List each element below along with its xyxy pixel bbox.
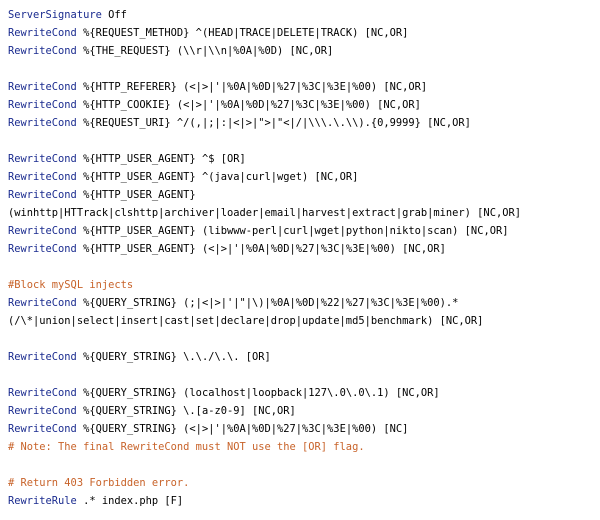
directive-keyword: ServerSignature <box>8 9 102 21</box>
directive-arguments: %{QUERY_STRING} (;|<|>|'|"|\)|%0A|%0D|%2… <box>76 297 459 309</box>
directive-arguments: %{HTTP_COOKIE} (<|>|'|%0A|%0D|%27|%3C|%3… <box>76 99 421 111</box>
directive-line: RewriteCond %{THE_REQUEST} (\\r|\\n|%0A|… <box>8 42 600 60</box>
directive-arguments: Off <box>101 9 127 21</box>
directive-keyword: RewriteCond <box>8 189 77 201</box>
directive-keyword: RewriteCond <box>8 153 77 165</box>
continuation-text: (winhttp|HTTrack|clshttp|archiver|loader… <box>8 207 521 219</box>
directive-line: RewriteCond %{QUERY_STRING} \.[a-z0-9] [… <box>8 402 600 420</box>
comment-line: #Block mySQL injects <box>8 276 600 294</box>
directive-arguments: %{QUERY_STRING} \.\./\.\. [OR] <box>76 351 271 363</box>
continuation-line: (winhttp|HTTrack|clshttp|archiver|loader… <box>8 204 600 222</box>
directive-arguments: %{HTTP_USER_AGENT} ^$ [OR] <box>76 153 246 165</box>
directive-keyword: RewriteCond <box>8 405 77 417</box>
directive-line: RewriteCond %{REQUEST_URI} ^/(,|;|:|<|>|… <box>8 114 600 132</box>
code-viewer: ServerSignature Off RewriteCond %{REQUEST… <box>0 0 600 520</box>
directive-keyword: RewriteRule <box>8 495 77 507</box>
comment-text: # Return 403 Forbidden error. <box>8 477 190 489</box>
directive-keyword: RewriteCond <box>8 351 77 363</box>
directive-arguments: %{HTTP_USER_AGENT} (libwww-perl|curl|wge… <box>76 225 509 237</box>
directive-keyword: RewriteCond <box>8 117 77 129</box>
comment-line: # Return 403 Forbidden error. <box>8 474 600 492</box>
directive-keyword: RewriteCond <box>8 171 77 183</box>
directive-arguments: %{HTTP_USER_AGENT} <box>76 189 196 201</box>
directive-keyword: RewriteCond <box>8 423 77 435</box>
directive-line: RewriteCond %{HTTP_REFERER} (<|>|'|%0A|%… <box>8 78 600 96</box>
directive-line: RewriteCond %{HTTP_USER_AGENT} ^(java|cu… <box>8 168 600 186</box>
comment-text: #Block mySQL injects <box>8 279 134 291</box>
directive-line: RewriteCond %{HTTP_USER_AGENT} <box>8 186 600 204</box>
directive-keyword: RewriteCond <box>8 81 77 93</box>
directive-keyword: RewriteCond <box>8 243 77 255</box>
directive-keyword: RewriteCond <box>8 387 77 399</box>
directive-arguments: %{HTTP_USER_AGENT} ^(java|curl|wget) [NC… <box>76 171 359 183</box>
directive-arguments: %{QUERY_STRING} (localhost|loopback|127\… <box>76 387 440 399</box>
directive-arguments: .* index.php [F] <box>76 495 184 507</box>
directive-line: RewriteCond %{HTTP_USER_AGENT} ^$ [OR] <box>8 150 600 168</box>
comment-text: # Note: The final RewriteCond must NOT u… <box>8 441 365 453</box>
directive-keyword: RewriteCond <box>8 99 77 111</box>
directive-keyword: RewriteCond <box>8 297 77 309</box>
directive-line: ServerSignature Off <box>8 6 600 24</box>
directive-arguments: %{QUERY_STRING} \.[a-z0-9] [NC,OR] <box>76 405 296 417</box>
continuation-text: (/\*|union|select|insert|cast|set|declar… <box>8 315 484 327</box>
directive-line: RewriteCond %{QUERY_STRING} (<|>|'|%0A|%… <box>8 420 600 438</box>
continuation-line: (/\*|union|select|insert|cast|set|declar… <box>8 312 600 330</box>
directive-line: RewriteCond %{QUERY_STRING} (localhost|l… <box>8 384 600 402</box>
directive-line: RewriteCond %{QUERY_STRING} (;|<|>|'|"|\… <box>8 294 600 312</box>
directive-line: RewriteCond %{HTTP_COOKIE} (<|>|'|%0A|%0… <box>8 96 600 114</box>
directive-arguments: %{THE_REQUEST} (\\r|\\n|%0A|%0D) [NC,OR] <box>76 45 334 57</box>
directive-line: RewriteRule .* index.php [F] <box>8 492 600 510</box>
directive-line: RewriteCond %{QUERY_STRING} \.\./\.\. [O… <box>8 348 600 366</box>
directive-keyword: RewriteCond <box>8 45 77 57</box>
directive-line: RewriteCond %{HTTP_USER_AGENT} (libwww-p… <box>8 222 600 240</box>
directive-arguments: %{REQUEST_METHOD} ^(HEAD|TRACE|DELETE|TR… <box>76 27 409 39</box>
directive-line: RewriteCond %{REQUEST_METHOD} ^(HEAD|TRA… <box>8 24 600 42</box>
directive-line: RewriteCond %{HTTP_USER_AGENT} (<|>|'|%0… <box>8 240 600 258</box>
directive-arguments: %{HTTP_USER_AGENT} (<|>|'|%0A|%0D|%27|%3… <box>76 243 446 255</box>
directive-arguments: %{REQUEST_URI} ^/(,|;|:|<|>|">|"<|/|\\\.… <box>76 117 471 129</box>
directive-arguments: %{QUERY_STRING} (<|>|'|%0A|%0D|%27|%3C|%… <box>76 423 409 435</box>
directive-arguments: %{HTTP_REFERER} (<|>|'|%0A|%0D|%27|%3C|%… <box>76 81 428 93</box>
directive-keyword: RewriteCond <box>8 27 77 39</box>
directive-keyword: RewriteCond <box>8 225 77 237</box>
comment-line: # Note: The final RewriteCond must NOT u… <box>8 438 600 456</box>
